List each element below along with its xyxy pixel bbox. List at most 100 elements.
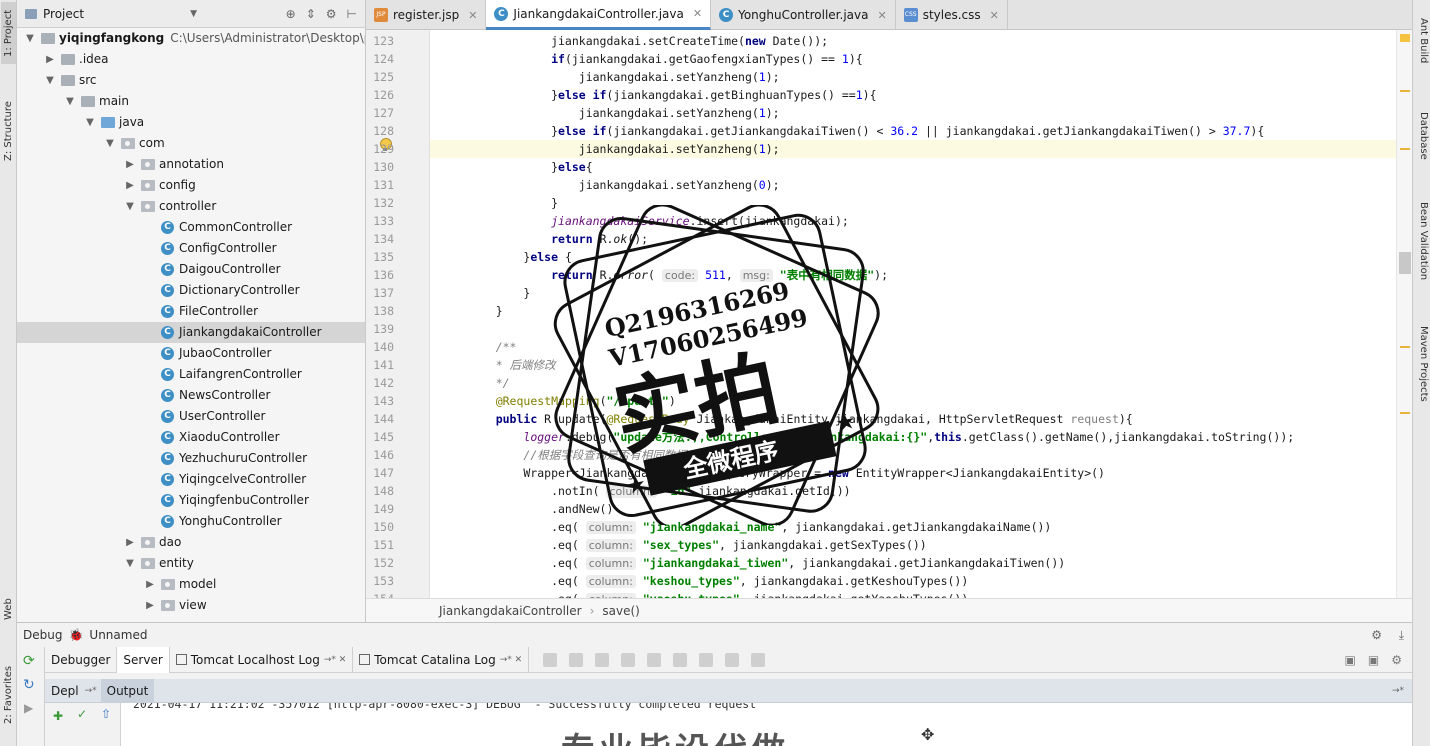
tree-item-com[interactable]: ▼ com bbox=[17, 133, 365, 154]
code-line[interactable]: 130 }else{ bbox=[373, 158, 1396, 176]
tree-item-jubaocontroller[interactable]: C JubaoController bbox=[17, 343, 365, 364]
warning-marker[interactable] bbox=[1400, 148, 1410, 150]
warning-marker[interactable] bbox=[1400, 346, 1410, 348]
code-line[interactable]: 129 jiankangdakai.setYanzheng(1); bbox=[373, 140, 1396, 158]
code-line[interactable]: 143 @RequestMapping("/update") bbox=[373, 392, 1396, 410]
tree-item-main[interactable]: ▼ main bbox=[17, 91, 365, 112]
hide-debug-icon[interactable]: ⤓ bbox=[1399, 628, 1404, 643]
tree-item-jiankangdakaicontroller[interactable]: C JiankangdakaiController bbox=[17, 322, 365, 343]
editor-tab-register-jsp[interactable]: JSP register.jsp ✕ bbox=[366, 0, 487, 30]
structure-tool-tab[interactable]: Z: Structure bbox=[1, 92, 16, 170]
breadcrumb-method[interactable]: save() bbox=[602, 604, 639, 618]
favorites-tool-tab[interactable]: 2: Favorites bbox=[1, 656, 16, 734]
chevron-down-icon[interactable]: ▼ bbox=[105, 133, 115, 154]
breadcrumb-class[interactable]: JiankangdakaiController bbox=[439, 604, 582, 618]
code-line[interactable]: 124 if(jiankangdakai.getGaofengxianTypes… bbox=[373, 50, 1396, 68]
scroll-from-source-icon[interactable]: ⊕ bbox=[286, 7, 296, 21]
editor-scrollbar[interactable] bbox=[1396, 30, 1412, 598]
code-line[interactable]: 141 * 后端修改 bbox=[373, 356, 1396, 374]
tree-item-dictionarycontroller[interactable]: C DictionaryController bbox=[17, 280, 365, 301]
code-line[interactable]: 145 logger.debug("update方法:,,Controller:… bbox=[373, 428, 1396, 446]
tree-item-config[interactable]: ▶ config bbox=[17, 175, 365, 196]
code-line[interactable]: 134 return R.ok(); bbox=[373, 230, 1396, 248]
tree-item-src[interactable]: ▼ src bbox=[17, 70, 365, 91]
code-line[interactable]: 153 .eq( column: "keshou_types", jiankan… bbox=[373, 572, 1396, 590]
close-tab-icon[interactable]: ✕ bbox=[468, 9, 477, 22]
web-tool-tab[interactable]: Web bbox=[1, 594, 16, 624]
tree-item-filecontroller[interactable]: C FileController bbox=[17, 301, 365, 322]
code-line[interactable]: 123 jiankangdakai.setCreateTime(new Date… bbox=[373, 32, 1396, 50]
code-line[interactable]: 152 .eq( column: "jiankangdakai_tiwen", … bbox=[373, 554, 1396, 572]
code-line[interactable]: 151 .eq( column: "sex_types", jiankangda… bbox=[373, 536, 1396, 554]
step-action-icon[interactable] bbox=[647, 652, 662, 667]
code-line[interactable]: 146 //根据字段查询是否有相同数据 bbox=[373, 446, 1396, 464]
tree-item-yiqingfangkong[interactable]: ▼ yiqingfangkong C:\Users\Administrator\De… bbox=[17, 28, 365, 49]
debug-settings-icon[interactable]: ⚙ bbox=[1371, 628, 1382, 642]
step-action-icon[interactable] bbox=[595, 652, 610, 667]
tree-item-controller[interactable]: ▼ controller bbox=[17, 196, 365, 217]
tree-item-laifangrencontroller[interactable]: C LaifangrenController bbox=[17, 364, 365, 385]
debug-tab-tomcat-localhost-log[interactable]: Tomcat Localhost Log →* ✕ bbox=[170, 646, 354, 673]
refresh-icon[interactable]: ↻ bbox=[23, 677, 44, 693]
hide-panel-icon[interactable]: ⊢ bbox=[347, 7, 357, 21]
chevron-down-icon[interactable]: ▼ bbox=[125, 196, 135, 217]
project-panel-title[interactable]: Project bbox=[43, 7, 84, 21]
project-tool-tab[interactable]: 1: Project bbox=[1, 2, 16, 64]
step-action-icon[interactable] bbox=[725, 652, 740, 667]
tree-item-yonghucontroller[interactable]: C YonghuController bbox=[17, 511, 365, 532]
scroll-thumb[interactable] bbox=[1399, 252, 1411, 274]
bean-validation-tool-tab[interactable]: Bean Validation bbox=[1415, 202, 1429, 280]
tree-item-view[interactable]: ▶ view bbox=[17, 595, 365, 616]
tree-item-java[interactable]: ▼ java bbox=[17, 112, 365, 133]
rerun-icon[interactable]: ⟳ bbox=[23, 653, 44, 669]
close-tab-icon[interactable]: →* ✕ bbox=[324, 655, 346, 665]
close-tab-icon[interactable]: →* ✕ bbox=[500, 655, 522, 665]
code-line[interactable]: 131 jiankangdakai.setYanzheng(0); bbox=[373, 176, 1396, 194]
code-editor[interactable]: 123 jiankangdakai.setCreateTime(new Date… bbox=[366, 30, 1412, 598]
tree-item-xiaoducontroller[interactable]: C XiaoduController bbox=[17, 427, 365, 448]
chevron-right-icon[interactable]: ▶ bbox=[145, 574, 155, 595]
ant-build-tool-tab[interactable]: Ant Build bbox=[1415, 18, 1429, 63]
tree-item-annotation[interactable]: ▶ annotation bbox=[17, 154, 365, 175]
layout-icon[interactable]: ▣ bbox=[1345, 653, 1356, 667]
tree-item--idea[interactable]: ▶ .idea bbox=[17, 49, 365, 70]
debug-tab-debugger[interactable]: Debugger bbox=[45, 646, 118, 673]
up-arrow-icon[interactable]: ⇧ bbox=[101, 707, 111, 721]
pin-icon[interactable]: →* bbox=[85, 686, 97, 696]
settings-gear-icon[interactable]: ⚙ bbox=[326, 7, 337, 21]
editor-tab-styles-css[interactable]: CSS styles.css ✕ bbox=[896, 0, 1008, 30]
chevron-down-icon[interactable]: ▼ bbox=[45, 70, 55, 91]
warning-marker[interactable] bbox=[1400, 412, 1410, 414]
chevron-down-icon[interactable]: ▼ bbox=[25, 28, 35, 49]
code-line[interactable]: 125 jiankangdakai.setYanzheng(1); bbox=[373, 68, 1396, 86]
output-tab[interactable]: Output bbox=[100, 678, 155, 703]
close-tab-icon[interactable]: ✕ bbox=[990, 9, 999, 22]
code-line[interactable]: 149 .andNew() bbox=[373, 500, 1396, 518]
chevron-right-icon[interactable]: ▶ bbox=[145, 595, 155, 616]
debug-tab-server[interactable]: Server bbox=[117, 646, 170, 673]
debug-tab-tomcat-catalina-log[interactable]: Tomcat Catalina Log →* ✕ bbox=[353, 646, 530, 673]
tree-item-entity[interactable]: ▼ entity bbox=[17, 553, 365, 574]
chevron-down-icon[interactable]: ▼ bbox=[85, 112, 95, 133]
chevron-right-icon[interactable]: ▶ bbox=[125, 154, 135, 175]
code-line[interactable]: 148 .notIn( column: "id",jiankangdakai.g… bbox=[373, 482, 1396, 500]
deployment-tab[interactable]: Depl bbox=[45, 679, 85, 703]
tree-item-newscontroller[interactable]: C NewsController bbox=[17, 385, 365, 406]
close-tab-icon[interactable]: ✕ bbox=[877, 9, 886, 22]
code-line[interactable]: 138 } bbox=[373, 302, 1396, 320]
chevron-down-icon[interactable]: ▼ bbox=[65, 91, 75, 112]
deploy-icon[interactable]: ✚ bbox=[53, 709, 63, 723]
code-line[interactable]: 127 jiankangdakai.setYanzheng(1); bbox=[373, 104, 1396, 122]
code-line[interactable]: 154 .eq( column: "yaoshu_types", jiankan… bbox=[373, 590, 1396, 598]
maven-projects-tool-tab[interactable]: Maven Projects bbox=[1415, 326, 1429, 402]
collapse-all-icon[interactable]: ⇕ bbox=[306, 7, 316, 21]
tree-item-dao[interactable]: ▶ dao bbox=[17, 532, 365, 553]
tree-item-commoncontroller[interactable]: C CommonController bbox=[17, 217, 365, 238]
tree-item-configcontroller[interactable]: C ConfigController bbox=[17, 238, 365, 259]
chevron-down-icon[interactable]: ▼ bbox=[125, 553, 135, 574]
code-line[interactable]: 128 }else if(jiankangdakai.getJiankangda… bbox=[373, 122, 1396, 140]
step-action-icon[interactable] bbox=[673, 652, 688, 667]
chevron-right-icon[interactable]: ▶ bbox=[125, 175, 135, 196]
code-line[interactable]: 135 }else { bbox=[373, 248, 1396, 266]
code-area[interactable]: 123 jiankangdakai.setCreateTime(new Date… bbox=[373, 30, 1396, 598]
